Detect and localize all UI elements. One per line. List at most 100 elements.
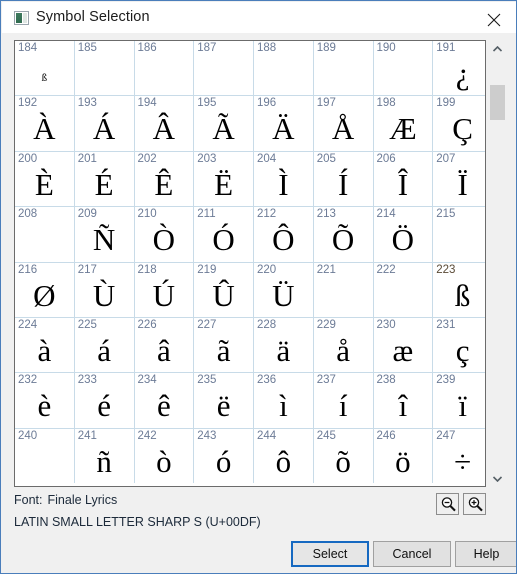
character-cell-241[interactable]: 241 ñ: [74, 428, 135, 484]
character-cell-187[interactable]: 187: [193, 41, 254, 97]
font-value: Finale Lyrics: [47, 493, 118, 507]
character-cell-215[interactable]: 215: [432, 206, 485, 263]
close-button[interactable]: [472, 3, 516, 33]
character-cell-232[interactable]: 232 è: [15, 372, 75, 429]
character-cell-217[interactable]: 217 Ù: [74, 262, 135, 318]
character-cell-230[interactable]: 230 æ: [373, 317, 434, 374]
dialog-button-bar: Select Cancel Help: [1, 541, 516, 573]
character-cell-243[interactable]: 243 ó: [193, 428, 254, 484]
character-cell-226[interactable]: 226 â: [134, 317, 195, 374]
character-cell-glyph: ç: [455, 332, 470, 368]
character-cell-208[interactable]: 208: [15, 206, 75, 263]
character-cell-237[interactable]: 237 í: [313, 372, 374, 429]
character-cell-glyph: [15, 441, 74, 483]
character-cell-199[interactable]: 199 Ç: [432, 95, 485, 152]
character-cell-212[interactable]: 212 Ô: [253, 206, 314, 263]
character-cell-glyph: Í: [337, 166, 349, 202]
character-cell-201[interactable]: 201 É: [74, 151, 135, 208]
character-cell-218[interactable]: 218 Ú: [134, 262, 195, 318]
grid-scrollbar[interactable]: [489, 40, 506, 487]
character-cell-245[interactable]: 245 õ: [313, 428, 374, 484]
scrollbar-thumb[interactable]: [490, 85, 505, 120]
character-cell-glyph: ã: [216, 332, 231, 368]
scrollbar-down-button[interactable]: [489, 470, 506, 487]
cancel-button[interactable]: Cancel: [373, 541, 451, 567]
character-cell-glyph: [135, 53, 194, 95]
character-cell-210[interactable]: 210 Ò: [134, 206, 195, 263]
character-cell-184[interactable]: 184 ß: [15, 41, 75, 97]
character-cell-240[interactable]: 240: [15, 428, 75, 484]
character-cell-198[interactable]: 198 Æ: [373, 95, 434, 152]
character-cell-234[interactable]: 234 ê: [134, 372, 195, 429]
character-cell-glyph: Ó: [212, 222, 235, 258]
window-title: Symbol Selection: [36, 9, 150, 25]
character-grid-body: 184 ß 185 186 187 188 189 190 191 ¿ 192 À 193 Á 194 Â 19…: [15, 41, 485, 484]
character-cell-glyph: Ù: [92, 277, 116, 313]
character-cell-188[interactable]: 188: [253, 41, 314, 97]
character-cell-glyph: ä: [276, 332, 291, 368]
character-cell-205[interactable]: 205 Í: [313, 151, 374, 208]
character-cell-216[interactable]: 216 Ø: [15, 262, 75, 318]
character-cell-190[interactable]: 190: [373, 41, 434, 97]
character-cell-glyph: Ñ: [92, 222, 116, 258]
character-cell-glyph: Å: [331, 111, 355, 147]
character-cell-213[interactable]: 213 Õ: [313, 206, 374, 263]
character-cell-219[interactable]: 219 Û: [193, 262, 254, 318]
zoom-in-button[interactable]: [463, 493, 486, 515]
character-cell-195[interactable]: 195 Ã: [193, 95, 254, 152]
zoom-out-button[interactable]: [436, 493, 459, 515]
character-cell-221[interactable]: 221: [313, 262, 374, 318]
character-cell-185[interactable]: 185: [74, 41, 135, 97]
help-button[interactable]: Help: [455, 541, 516, 567]
character-cell-186[interactable]: 186: [134, 41, 195, 97]
character-cell-204[interactable]: 204 Ì: [253, 151, 314, 208]
character-cell-glyph: ñ: [96, 443, 112, 479]
character-cell-193[interactable]: 193 Á: [74, 95, 135, 152]
character-cell-228[interactable]: 228 ä: [253, 317, 314, 374]
character-cell-229[interactable]: 229 å: [313, 317, 374, 374]
character-cell-209[interactable]: 209 Ñ: [74, 206, 135, 263]
character-cell-glyph: Ç: [452, 111, 473, 147]
character-cell-235[interactable]: 235 ë: [193, 372, 254, 429]
character-cell-207[interactable]: 207 Ï: [432, 151, 485, 208]
character-cell-glyph: [374, 53, 433, 95]
character-cell-196[interactable]: 196 Ä: [253, 95, 314, 152]
character-cell-glyph: è: [37, 388, 52, 424]
character-cell-214[interactable]: 214 Ö: [373, 206, 434, 263]
character-cell-glyph: Û: [212, 277, 235, 313]
character-cell-246[interactable]: 246 ö: [373, 428, 434, 484]
character-cell-227[interactable]: 227 ã: [193, 317, 254, 374]
character-cell-200[interactable]: 200 È: [15, 151, 75, 208]
character-cell-242[interactable]: 242 ò: [134, 428, 195, 484]
character-cell-244[interactable]: 244 ô: [253, 428, 314, 484]
character-cell-206[interactable]: 206 Î: [373, 151, 434, 208]
character-cell-211[interactable]: 211 Ó: [193, 206, 254, 263]
character-cell-225[interactable]: 225 á: [74, 317, 135, 374]
character-cell-223[interactable]: 223 ß: [432, 262, 485, 318]
character-cell-222[interactable]: 222: [373, 262, 434, 318]
character-cell-239[interactable]: 239 ï: [432, 372, 485, 429]
character-cell-192[interactable]: 192 À: [15, 95, 75, 152]
scrollbar-up-button[interactable]: [489, 40, 506, 57]
character-grid-panel[interactable]: 184 ß 185 186 187 188 189 190 191 ¿ 192 À 193 Á 194 Â 19…: [14, 40, 486, 487]
character-cell-189[interactable]: 189: [313, 41, 374, 97]
character-cell-231[interactable]: 231 ç: [432, 317, 485, 374]
character-cell-203[interactable]: 203 Ë: [193, 151, 254, 208]
character-cell-glyph: Ø: [33, 277, 56, 313]
character-cell-233[interactable]: 233 é: [74, 372, 135, 429]
character-cell-191[interactable]: 191 ¿: [432, 41, 485, 97]
character-cell-glyph: Â: [152, 111, 176, 147]
character-cell-glyph: æ: [392, 332, 414, 368]
character-cell-247[interactable]: 247 ÷: [432, 428, 485, 484]
character-cell-238[interactable]: 238 î: [373, 372, 434, 429]
character-cell-202[interactable]: 202 Ê: [134, 151, 195, 208]
character-cell-glyph: é: [97, 388, 111, 424]
character-cell-220[interactable]: 220 Ü: [253, 262, 314, 318]
character-cell-224[interactable]: 224 à: [15, 317, 75, 374]
character-grid[interactable]: 184 ß 185 186 187 188 189 190 191 ¿ 192 À 193 Á 194 Â 19…: [15, 41, 485, 484]
character-cell-194[interactable]: 194 Â: [134, 95, 195, 152]
character-cell-197[interactable]: 197 Å: [313, 95, 374, 152]
select-button[interactable]: Select: [291, 541, 369, 567]
character-cell-236[interactable]: 236 ì: [253, 372, 314, 429]
character-grid-row: 208 209 Ñ 210 Ò 211 Ó 212 Ô 213 Õ 214 Ö 215: [15, 206, 485, 263]
